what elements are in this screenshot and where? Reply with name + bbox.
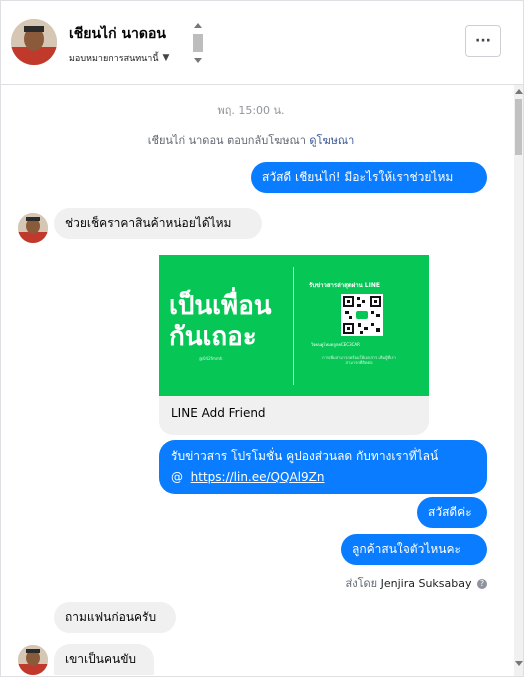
promo-headline: เป็นเพื่อน กันเถอะ: [169, 291, 272, 352]
line-promo-image: เป็นเพื่อน กันเถอะ @042fmmh รับข่าวสารล่…: [159, 255, 429, 396]
ad-reply-notice: เชียนไก่ นาดอน ตอบกลับโฆษณา ดูโฆษณา: [1, 131, 501, 149]
message-text: @: [171, 470, 183, 484]
contact-avatar-small[interactable]: [18, 213, 48, 243]
message-bubble: สวัสดี เชียนไก่! มีอะไรให้เราช่วยไหม: [251, 162, 487, 193]
promo-top-text: รับข่าวสารล่าสุดผ่าน LINE: [309, 282, 380, 289]
messenger-panel: เชียนไก่ นาดอน มอบหมายการสนทนานี้ ▼ ··· …: [0, 0, 524, 677]
message-bubble: ลูกค้าสนใจตัวไหนคะ: [341, 534, 487, 565]
message-timestamp: พฤ. 15:00 น.: [217, 104, 285, 117]
contact-name[interactable]: เชียนไก่ นาดอน: [69, 23, 166, 45]
contact-avatar-small[interactable]: [18, 645, 48, 675]
caret-down-icon: ▼: [162, 53, 170, 63]
view-ad-link[interactable]: ดูโฆษณา: [309, 134, 354, 147]
message-bubble: เขาเป็นคนขับ: [54, 644, 154, 675]
sent-by-prefix: ส่งโดย: [345, 577, 378, 590]
contact-avatar[interactable]: [11, 19, 57, 65]
assign-conversation-dropdown[interactable]: มอบหมายการสนทนานี้ ▼: [69, 51, 169, 65]
ad-reply-text: เชียนไก่ นาดอน ตอบกลับโฆษณา: [147, 134, 306, 147]
scroll-up-icon[interactable]: [194, 23, 202, 28]
message-link-line: @ https://lin.ee/QQAl9Zn: [171, 467, 475, 488]
conversation-header: เชียนไก่ นาดอน มอบหมายการสนทนานี้ ▼ ···: [1, 1, 523, 85]
promo-note: การเพิ่มสามารถพร้อมให้เอกสาร เพิ่มผู้ที่…: [322, 355, 396, 365]
message-bubble: ถามแฟนก่อนครับ: [54, 602, 176, 633]
qr-code-icon: [341, 294, 383, 336]
message-bubble: สวัสดีค่ะ: [417, 497, 487, 528]
line-link[interactable]: https://lin.ee/QQAl9Zn: [191, 470, 325, 484]
message-list: พฤ. 15:00 น. เชียนไก่ นาดอน ตอบกลับโฆษณา…: [1, 85, 523, 676]
message-scrollbar[interactable]: [514, 85, 523, 676]
info-icon[interactable]: ?: [477, 579, 487, 589]
card-title[interactable]: LINE Add Friend: [171, 406, 266, 420]
scroll-thumb[interactable]: [193, 34, 203, 52]
more-options-button[interactable]: ···: [465, 25, 501, 57]
assign-label: มอบหมายการสนทนานี้: [69, 54, 159, 64]
message-bubble: ช่วยเช็คราคาสินค้าหน่อยได้ไหม: [54, 208, 262, 239]
message-text: รับข่าวสาร โปรโมชั่น คูปองส่วนลด กับทางเ…: [171, 449, 439, 463]
sender-name: Jenjira Suksabay: [380, 577, 472, 590]
header-mini-scrollbar[interactable]: [191, 19, 205, 67]
message-bubble: รับข่าวสาร โปรโมชั่น คูปองส่วนลด กับทางเ…: [159, 440, 487, 494]
scroll-thumb[interactable]: [515, 99, 522, 155]
line-add-friend-card[interactable]: เป็นเพื่อน กันเถอะ @042fmmh รับข่าวสารล่…: [159, 255, 429, 435]
promo-line-id: ใจคนคูโหมดลูกคCEC3CAR: [311, 342, 360, 347]
scroll-down-icon[interactable]: [515, 661, 523, 666]
more-icon: ···: [475, 33, 491, 49]
promo-caption: @042fmmh: [199, 356, 223, 361]
scroll-down-icon[interactable]: [194, 58, 202, 63]
sent-by-label: ส่งโดย Jenjira Suksabay ?: [301, 574, 487, 592]
promo-divider: [293, 267, 294, 385]
scroll-up-icon[interactable]: [515, 89, 523, 94]
